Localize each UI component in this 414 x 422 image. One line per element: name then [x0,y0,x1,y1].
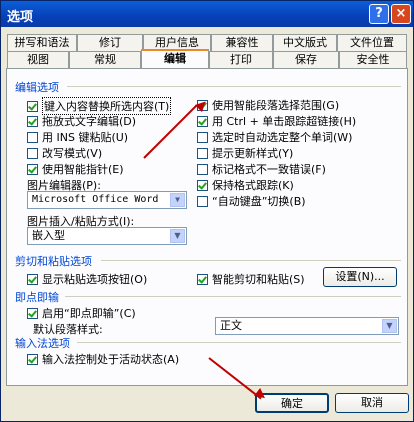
opt-ctrl-click-hyperlink[interactable]: 用 Ctrl + 单击跟踪超链接(H) [197,113,356,129]
section-divider [65,296,401,297]
tab-track-changes[interactable]: 修订 [77,34,143,51]
cancel-button[interactable]: 取消 [335,393,409,413]
dialog-title: 选项 [7,10,34,25]
opt-mark-format-inconsistency[interactable]: 标记格式不一致错误(F) [197,161,326,177]
checkbox[interactable] [27,163,38,175]
opt-drag-drop[interactable]: 拖放式文字编辑(D) [27,113,136,129]
tab-security[interactable]: 安全性 [339,51,407,68]
opt-ime-control[interactable]: 输入法控制处于活动状态(A) [27,351,179,367]
click-type-header: 即点即输 [15,291,59,304]
checkbox[interactable] [197,179,208,191]
opt-keep-track-formatting[interactable]: 保持格式跟踪(K) [197,177,294,193]
opt-enable-click-type[interactable]: 启用“即点即输”(C) [27,305,136,321]
checkbox[interactable] [197,273,208,285]
opt-overtype[interactable]: 改写模式(V) [27,145,102,161]
opt-show-paste-buttons[interactable]: 显示粘贴选项按钮(O) [27,271,147,287]
help-icon[interactable]: ? [369,4,389,24]
ime-options-header: 输入法选项 [15,337,70,350]
tab-save[interactable]: 保存 [273,51,339,68]
checkbox[interactable] [197,147,208,159]
editing-options-header: 编辑选项 [15,81,59,94]
opt-ins-paste[interactable]: 用 INS 键粘贴(U) [27,129,128,145]
title-bar: 选项 ? × [1,1,413,27]
checkbox[interactable] [197,195,208,207]
tab-compatibility[interactable]: 兼容性 [211,34,273,51]
opt-smart-paragraph[interactable]: 使用智能段落选择范围(G) [197,97,339,113]
checkbox[interactable] [197,163,208,175]
opt-smart-cut-paste[interactable]: 智能剪切和粘贴(S) [197,271,305,287]
checkbox[interactable] [27,115,38,127]
section-divider [101,260,401,261]
tab-general[interactable]: 常规 [69,51,141,68]
opt-smart-cursor[interactable]: 使用智能指针(E) [27,161,124,177]
opt-prompt-update-style[interactable]: 提示更新样式(Y) [197,145,293,161]
chevron-down-icon[interactable]: ▼ [170,193,185,207]
chevron-down-icon[interactable]: ▼ [170,229,185,243]
checkbox[interactable] [27,307,38,319]
tab-view[interactable]: 视图 [7,51,69,68]
tab-spelling-grammar[interactable]: 拼写和语法 [7,34,77,51]
section-divider [77,342,401,343]
tab-edit[interactable]: 编辑 [141,49,209,68]
close-icon[interactable]: × [391,4,411,24]
checkbox[interactable] [197,115,208,127]
checkbox[interactable] [27,273,38,285]
opt-select-whole-word[interactable]: 选定时自动选定整个单词(W) [197,129,352,145]
checkbox[interactable] [27,100,38,112]
checkbox[interactable] [27,131,38,143]
settings-button[interactable]: 设置(N)... [323,267,397,287]
insert-paste-select[interactable]: 嵌入型 ▼ [27,227,187,245]
picture-editor-select[interactable]: Microsoft Office Word ▼ [27,191,187,209]
default-style-select[interactable]: 正文 ▼ [215,317,399,335]
cut-paste-header: 剪切和粘贴选项 [15,255,92,268]
tab-print[interactable]: 打印 [209,51,273,68]
tab-asian-typography[interactable]: 中文版式 [273,34,337,51]
chevron-down-icon[interactable]: ▼ [382,319,397,333]
tab-file-locations[interactable]: 文件位置 [337,34,407,51]
section-divider [67,86,401,87]
opt-auto-keyboard[interactable]: “自动键盘”切换(B) [197,193,306,209]
options-dialog: 选项 ? × 拼写和语法 修订 用户信息 兼容性 中文版式 文件位置 视图 常规… [0,0,414,422]
checkbox[interactable] [27,147,38,159]
checkbox[interactable] [27,353,38,365]
checkbox[interactable] [197,131,208,143]
